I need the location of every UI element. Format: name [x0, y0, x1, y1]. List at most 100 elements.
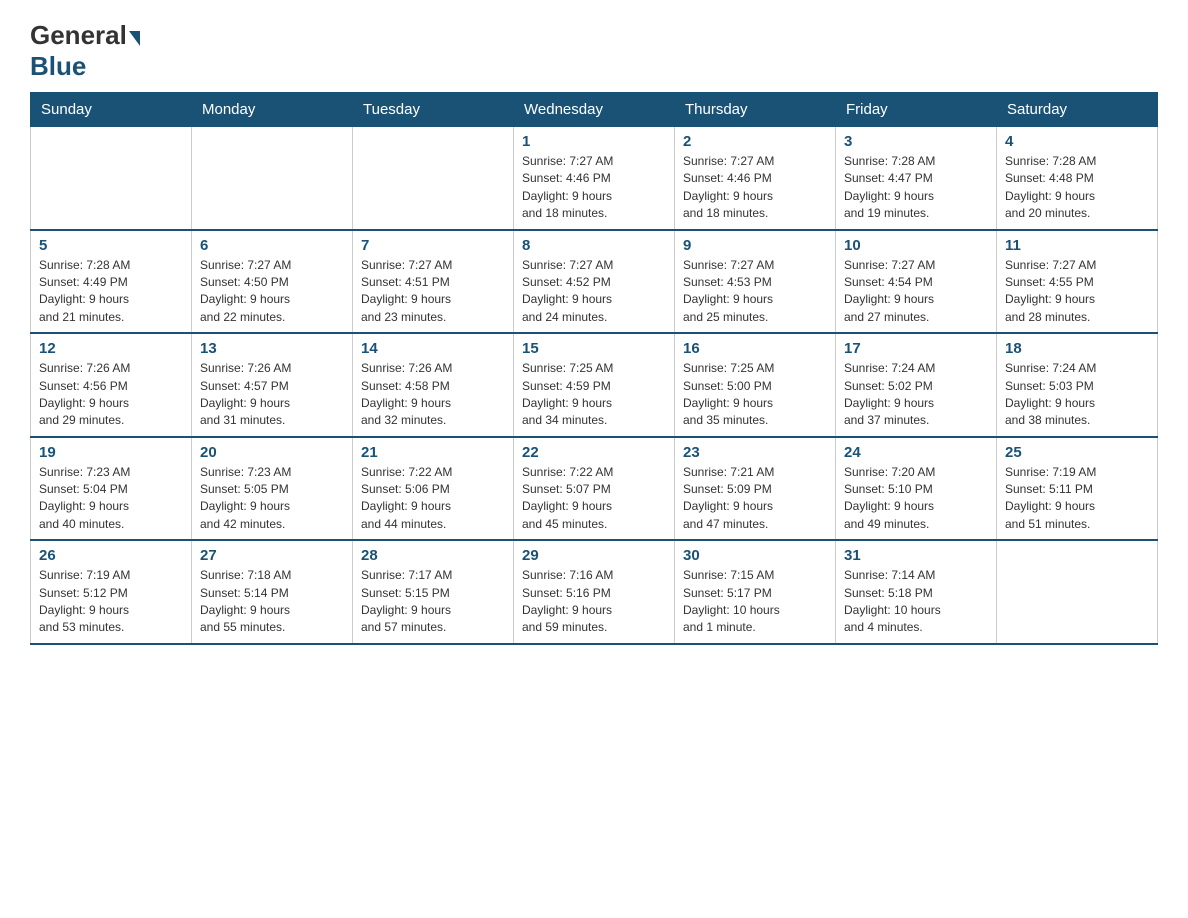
- day-number: 3: [844, 133, 988, 150]
- weekday-header-tuesday: Tuesday: [353, 93, 514, 127]
- day-info: Sunrise: 7:28 AMSunset: 4:48 PMDaylight:…: [1005, 153, 1149, 223]
- day-number: 23: [683, 444, 827, 461]
- day-number: 6: [200, 237, 344, 254]
- day-number: 11: [1005, 237, 1149, 254]
- day-info: Sunrise: 7:25 AMSunset: 4:59 PMDaylight:…: [522, 360, 666, 430]
- day-info: Sunrise: 7:26 AMSunset: 4:58 PMDaylight:…: [361, 360, 505, 430]
- day-number: 19: [39, 444, 183, 461]
- calendar-day-cell: 3 Sunrise: 7:28 AMSunset: 4:47 PMDaylight…: [836, 127, 997, 230]
- day-number: 10: [844, 237, 988, 254]
- calendar-day-cell: 31Sunrise: 7:14 AMSunset: 5:18 PMDayligh…: [836, 540, 997, 644]
- calendar-day-cell: 12Sunrise: 7:26 AMSunset: 4:56 PMDayligh…: [31, 333, 192, 437]
- calendar-empty-cell: [192, 127, 353, 230]
- day-info: Sunrise: 7:17 AMSunset: 5:15 PMDaylight:…: [361, 567, 505, 637]
- day-info: Sunrise: 7:21 AMSunset: 5:09 PMDaylight:…: [683, 464, 827, 534]
- day-number: 1: [522, 133, 666, 150]
- calendar-day-cell: 30 Sunrise: 7:15 AMSunset: 5:17 PMDayligh…: [675, 540, 836, 644]
- day-number: 31: [844, 547, 988, 564]
- calendar-day-cell: 15 Sunrise: 7:25 AMSunset: 4:59 PMDayligh…: [514, 333, 675, 437]
- day-info: Sunrise: 7:16 AMSunset: 5:16 PMDaylight:…: [522, 567, 666, 637]
- calendar-day-cell: 9Sunrise: 7:27 AMSunset: 4:53 PMDaylight…: [675, 230, 836, 334]
- day-info: Sunrise: 7:27 AMSunset: 4:55 PMDaylight:…: [1005, 257, 1149, 327]
- day-number: 4: [1005, 133, 1149, 150]
- calendar-day-cell: 29 Sunrise: 7:16 AMSunset: 5:16 PMDayligh…: [514, 540, 675, 644]
- calendar-day-cell: 23 Sunrise: 7:21 AMSunset: 5:09 PMDayligh…: [675, 437, 836, 541]
- calendar-day-cell: 8 Sunrise: 7:27 AMSunset: 4:52 PMDaylight…: [514, 230, 675, 334]
- calendar-day-cell: 19Sunrise: 7:23 AMSunset: 5:04 PMDayligh…: [31, 437, 192, 541]
- calendar-empty-cell: [31, 127, 192, 230]
- day-info: Sunrise: 7:15 AMSunset: 5:17 PMDaylight:…: [683, 567, 827, 637]
- day-number: 22: [522, 444, 666, 461]
- logo-blue-text: Blue: [30, 51, 86, 81]
- weekday-header-thursday: Thursday: [675, 93, 836, 127]
- day-number: 29: [522, 547, 666, 564]
- day-info: Sunrise: 7:20 AMSunset: 5:10 PMDaylight:…: [844, 464, 988, 534]
- calendar-week-row: 26 Sunrise: 7:19 AMSunset: 5:12 PMDayligh…: [31, 540, 1158, 644]
- calendar-day-cell: 11 Sunrise: 7:27 AMSunset: 4:55 PMDayligh…: [997, 230, 1158, 334]
- calendar-week-row: 19Sunrise: 7:23 AMSunset: 5:04 PMDayligh…: [31, 437, 1158, 541]
- day-info: Sunrise: 7:27 AMSunset: 4:54 PMDaylight:…: [844, 257, 988, 327]
- day-number: 9: [683, 237, 827, 254]
- day-number: 28: [361, 547, 505, 564]
- logo-general-text: General: [30, 20, 127, 51]
- calendar-day-cell: 2Sunrise: 7:27 AMSunset: 4:46 PMDaylight…: [675, 127, 836, 230]
- day-number: 27: [200, 547, 344, 564]
- calendar-day-cell: 14Sunrise: 7:26 AMSunset: 4:58 PMDayligh…: [353, 333, 514, 437]
- calendar-empty-cell: [997, 540, 1158, 644]
- calendar-day-cell: 5 Sunrise: 7:28 AMSunset: 4:49 PMDaylight…: [31, 230, 192, 334]
- weekday-header-saturday: Saturday: [997, 93, 1158, 127]
- calendar-day-cell: 24 Sunrise: 7:20 AMSunset: 5:10 PMDayligh…: [836, 437, 997, 541]
- calendar-day-cell: 25 Sunrise: 7:19 AMSunset: 5:11 PMDayligh…: [997, 437, 1158, 541]
- calendar-day-cell: 10 Sunrise: 7:27 AMSunset: 4:54 PMDayligh…: [836, 230, 997, 334]
- logo-arrow-icon: [129, 31, 140, 46]
- day-number: 21: [361, 444, 505, 461]
- logo: General Blue: [30, 20, 142, 82]
- day-number: 26: [39, 547, 183, 564]
- day-info: Sunrise: 7:22 AMSunset: 5:06 PMDaylight:…: [361, 464, 505, 534]
- page-header: General Blue: [30, 20, 1158, 82]
- calendar-table: SundayMondayTuesdayWednesdayThursdayFrid…: [30, 92, 1158, 645]
- day-number: 20: [200, 444, 344, 461]
- weekday-header-sunday: Sunday: [31, 93, 192, 127]
- day-info: Sunrise: 7:27 AMSunset: 4:51 PMDaylight:…: [361, 257, 505, 327]
- day-number: 18: [1005, 340, 1149, 357]
- calendar-day-cell: 28 Sunrise: 7:17 AMSunset: 5:15 PMDayligh…: [353, 540, 514, 644]
- day-info: Sunrise: 7:27 AMSunset: 4:52 PMDaylight:…: [522, 257, 666, 327]
- day-number: 8: [522, 237, 666, 254]
- day-number: 24: [844, 444, 988, 461]
- calendar-day-cell: 1Sunrise: 7:27 AMSunset: 4:46 PMDaylight…: [514, 127, 675, 230]
- calendar-day-cell: 17Sunrise: 7:24 AMSunset: 5:02 PMDayligh…: [836, 333, 997, 437]
- calendar-day-cell: 22 Sunrise: 7:22 AMSunset: 5:07 PMDayligh…: [514, 437, 675, 541]
- calendar-day-cell: 20 Sunrise: 7:23 AMSunset: 5:05 PMDayligh…: [192, 437, 353, 541]
- day-info: Sunrise: 7:19 AMSunset: 5:12 PMDaylight:…: [39, 567, 183, 637]
- day-number: 12: [39, 340, 183, 357]
- day-info: Sunrise: 7:27 AMSunset: 4:50 PMDaylight:…: [200, 257, 344, 327]
- day-info: Sunrise: 7:19 AMSunset: 5:11 PMDaylight:…: [1005, 464, 1149, 534]
- day-number: 30: [683, 547, 827, 564]
- calendar-day-cell: 27 Sunrise: 7:18 AMSunset: 5:14 PMDayligh…: [192, 540, 353, 644]
- day-info: Sunrise: 7:24 AMSunset: 5:02 PMDaylight:…: [844, 360, 988, 430]
- day-info: Sunrise: 7:28 AMSunset: 4:47 PMDaylight:…: [844, 153, 988, 223]
- calendar-day-cell: 7Sunrise: 7:27 AMSunset: 4:51 PMDaylight…: [353, 230, 514, 334]
- day-number: 5: [39, 237, 183, 254]
- day-info: Sunrise: 7:25 AMSunset: 5:00 PMDaylight:…: [683, 360, 827, 430]
- day-info: Sunrise: 7:18 AMSunset: 5:14 PMDaylight:…: [200, 567, 344, 637]
- day-info: Sunrise: 7:24 AMSunset: 5:03 PMDaylight:…: [1005, 360, 1149, 430]
- calendar-week-row: 12Sunrise: 7:26 AMSunset: 4:56 PMDayligh…: [31, 333, 1158, 437]
- day-info: Sunrise: 7:22 AMSunset: 5:07 PMDaylight:…: [522, 464, 666, 534]
- day-info: Sunrise: 7:23 AMSunset: 5:05 PMDaylight:…: [200, 464, 344, 534]
- calendar-day-cell: 18 Sunrise: 7:24 AMSunset: 5:03 PMDayligh…: [997, 333, 1158, 437]
- calendar-week-row: 5 Sunrise: 7:28 AMSunset: 4:49 PMDaylight…: [31, 230, 1158, 334]
- day-info: Sunrise: 7:28 AMSunset: 4:49 PMDaylight:…: [39, 257, 183, 327]
- day-number: 16: [683, 340, 827, 357]
- calendar-week-row: 1Sunrise: 7:27 AMSunset: 4:46 PMDaylight…: [31, 127, 1158, 230]
- calendar-day-cell: 6 Sunrise: 7:27 AMSunset: 4:50 PMDaylight…: [192, 230, 353, 334]
- calendar-day-cell: 21 Sunrise: 7:22 AMSunset: 5:06 PMDayligh…: [353, 437, 514, 541]
- weekday-header-wednesday: Wednesday: [514, 93, 675, 127]
- weekday-header-monday: Monday: [192, 93, 353, 127]
- day-number: 15: [522, 340, 666, 357]
- calendar-header-row: SundayMondayTuesdayWednesdayThursdayFrid…: [31, 93, 1158, 127]
- calendar-day-cell: 16 Sunrise: 7:25 AMSunset: 5:00 PMDayligh…: [675, 333, 836, 437]
- weekday-header-friday: Friday: [836, 93, 997, 127]
- day-number: 25: [1005, 444, 1149, 461]
